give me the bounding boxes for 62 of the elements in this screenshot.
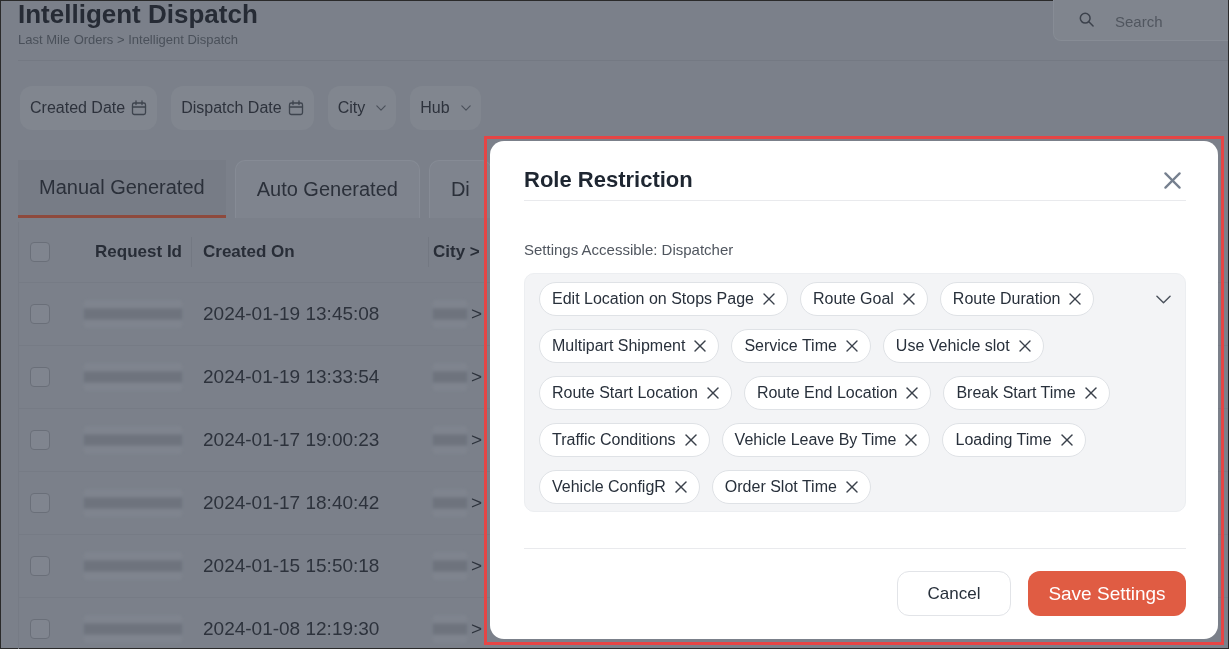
close-icon[interactable] — [674, 481, 687, 493]
filter-button[interactable]: Hub — [410, 86, 481, 130]
tag-label: Edit Location on Stops Page — [552, 290, 754, 308]
table-cell: 2024-01-19 13:45:08 — [203, 303, 380, 324]
tag-label: Route Start Location — [552, 384, 698, 402]
field-label: Settings Accessible: Dispatcher — [524, 241, 735, 259]
close-icon[interactable] — [762, 293, 775, 305]
close-icon[interactable] — [684, 434, 697, 446]
tab[interactable]: Di — [428, 160, 492, 218]
tag-label: Route Goal — [812, 290, 894, 308]
tag-label: Vehicle Leave By Time — [734, 431, 897, 449]
tag-label: Use Vehicle slot — [895, 337, 1010, 355]
table-cell: > — [471, 618, 483, 640]
table-cell: > — [471, 555, 483, 577]
close-icon[interactable] — [845, 340, 858, 352]
tag-label: Traffic Conditions — [552, 431, 676, 449]
table-cell: 2024-01-19 13:33:54 — [203, 366, 380, 387]
close-icon[interactable] — [845, 481, 858, 493]
calendar-icon — [131, 100, 148, 116]
close-icon[interactable] — [905, 434, 918, 446]
tab[interactable]: Auto Generated — [234, 160, 420, 218]
table-cell: 2024-01-17 18:40:42 — [203, 492, 380, 513]
chevron-down-icon — [376, 105, 387, 111]
cancel-button[interactable]: Cancel — [897, 571, 1011, 616]
chevron-down-icon[interactable] — [1156, 295, 1171, 304]
dialog-title: Role Restriction — [524, 166, 693, 194]
close-icon[interactable] — [694, 340, 707, 352]
table-cell: > — [471, 303, 483, 325]
calendar-icon — [287, 100, 304, 116]
multi-select-field[interactable] — [524, 273, 1186, 512]
search-icon — [1079, 12, 1094, 27]
table-cell: > — [471, 429, 483, 451]
close-icon[interactable] — [1060, 434, 1073, 446]
filter-button[interactable]: City — [327, 86, 397, 130]
table-cell: 2024-01-17 19:00:23 — [203, 429, 380, 450]
column-header: Request Id — [95, 242, 182, 262]
tag-label: Vehicle ConfigR — [552, 478, 666, 496]
close-icon[interactable] — [1018, 340, 1031, 352]
close-icon[interactable] — [1069, 293, 1082, 305]
tag-label: Break Start Time — [956, 384, 1076, 402]
column-header: Created On — [203, 242, 295, 262]
tag-label: Route Duration — [952, 290, 1061, 308]
page-title: Intelligent Dispatch — [18, 1, 258, 28]
tag-label: Multipart Shipment — [552, 337, 686, 355]
table-cell: > — [471, 492, 483, 514]
tag-label: Order Slot Time — [724, 478, 837, 496]
table-cell: 2024-01-15 15:50:18 — [203, 555, 380, 576]
filter-button[interactable]: Dispatch Date — [171, 86, 314, 130]
column-header: City > — [433, 242, 480, 262]
tag-label: Route End Location — [756, 384, 898, 402]
table-cell: > — [471, 366, 483, 388]
tag-label: Loading Time — [955, 431, 1052, 449]
close-icon[interactable] — [902, 293, 915, 305]
tag-label: Service Time — [744, 337, 837, 355]
close-icon[interactable] — [706, 387, 719, 399]
close-icon[interactable] — [1084, 387, 1097, 399]
save-button[interactable]: Save Settings — [1028, 571, 1186, 616]
table-cell: 2024-01-08 12:19:30 — [203, 618, 380, 639]
close-icon[interactable] — [906, 387, 919, 399]
filter-button[interactable]: Created Date — [20, 86, 158, 130]
tab[interactable]: Manual Generated — [18, 160, 226, 218]
chevron-down-icon — [460, 105, 471, 111]
